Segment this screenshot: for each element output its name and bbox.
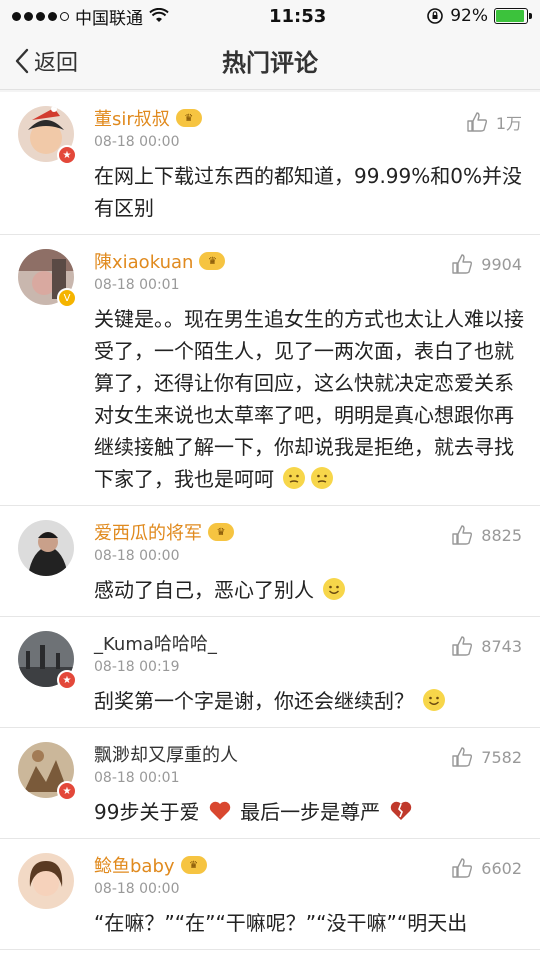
comment-text-part2: 最后一步是尊严 [240,800,381,824]
comment-item: 爱西瓜的将军 ♛ 08-18 00:00 感动了自己，恶心了别人 8825 [0,506,540,617]
status-right: 92% [426,6,532,26]
status-left: 中国联通 [12,4,169,29]
comment-author[interactable]: _Kuma哈哈哈_ [94,630,217,656]
thumbs-up-icon [452,636,473,656]
comment-item: ★ 董sir叔叔 ♛ 08-18 00:00 在网上下载过东西的都知道，99.9… [0,92,540,235]
vip-crown-icon: ♛ [199,252,226,270]
avatar[interactable] [18,853,74,909]
comment-item: ★ _Kuma哈哈哈_ 08-18 00:19 刮奖第一个字是谢，你还会继续刮？… [0,617,540,728]
comment-author[interactable]: 爱西瓜的将军 [94,519,202,545]
comment-text-part1: 99步关于爱 [94,800,200,824]
comment-text: 感动了自己，恶心了别人 [94,574,524,606]
avatar[interactable]: ★ [18,742,77,801]
like-button[interactable]: 6602 [451,857,522,879]
page-title: 热门评论 [222,49,318,77]
thumbs-up-icon [452,254,473,274]
comment-time: 08-18 00:00 [94,134,180,150]
thumbs-up-icon [467,112,487,132]
verified-badge-icon: V [57,288,77,308]
comment-author[interactable]: 鲶鱼baby [94,852,175,878]
comment-time: 08-18 00:00 [94,881,180,897]
awkward-emoji-icon [283,467,306,489]
like-button[interactable]: 7582 [451,746,522,768]
verified-badge-icon: ★ [57,145,77,165]
back-button[interactable]: 返回 [14,32,78,89]
vip-crown-icon: ♛ [175,109,202,127]
awkward-emoji-icon [311,467,334,489]
comment-author[interactable]: 飘渺却又厚重的人 [94,741,238,767]
comment-item: ★ 飘渺却又厚重的人 08-18 00:01 99步关于爱 最后一步是尊严 75… [0,728,540,839]
comment-text-body: 感动了自己，恶心了别人 [94,578,314,602]
comment-author[interactable]: 董sir叔叔 [94,105,170,131]
comment-text: 刮奖第一个字是谢，你还会继续刮？ [94,685,524,717]
like-count: 9904 [481,254,522,274]
comment-text: 99步关于爱 最后一步是尊严 [94,796,524,828]
battery-percent: 92% [450,6,488,26]
like-button[interactable]: 1万 [466,110,522,134]
like-count: 8743 [481,636,522,656]
thumbs-up-icon [452,747,473,767]
comment-text: 关键是。。现在男生追女生的方式也太让人难以接受了，一个陌生人，见了一两次面，表白… [94,303,524,495]
comment-text: “在嘛？”“在”“干嘛呢？”“没干嘛”“明天出 [94,911,468,935]
avatar[interactable]: V [18,249,77,308]
signal-dots-icon [12,11,69,21]
nav-bar: 返回 热门评论 [0,32,540,90]
smile-emoji-icon [423,689,446,711]
comment-list[interactable]: ★ 董sir叔叔 ♛ 08-18 00:00 在网上下载过东西的都知道，99.9… [0,92,540,960]
carrier-label: 中国联通 [75,8,143,29]
wifi-icon [149,8,169,22]
thumbs-up-icon [452,525,473,545]
like-button[interactable]: 9904 [451,253,522,275]
comment-text: 在网上下载过东西的都知道，99.99%和0%并没有区别 [94,164,522,220]
back-label: 返回 [34,50,79,76]
comment-item: 鲶鱼baby ♛ 08-18 00:00 “在嘛？”“在”“干嘛呢？”“没干嘛”… [0,839,540,950]
comment-time: 08-18 00:19 [94,659,180,675]
comment-time: 08-18 00:01 [94,770,180,786]
like-count: 6602 [481,858,522,878]
comment-author[interactable]: 陳xiaokuan [94,248,193,274]
like-count: 1万 [495,114,522,133]
vip-crown-icon: ♛ [180,856,207,874]
comment-text-body: 刮奖第一个字是谢，你还会继续刮？ [94,689,414,713]
like-button[interactable]: 8743 [451,635,522,657]
avatar[interactable]: ★ [18,631,77,690]
avatar[interactable]: ★ [18,106,77,165]
comment-time: 08-18 00:01 [94,277,180,293]
like-count: 8825 [481,525,522,545]
like-count: 7582 [481,747,522,767]
chevron-left-icon [15,48,29,73]
vip-crown-icon: ♛ [208,523,234,541]
broken-heart-icon [390,801,411,820]
avatar[interactable] [18,520,74,576]
comment-time: 08-18 00:00 [94,548,180,564]
verified-badge-icon: ★ [57,670,77,690]
heart-icon [209,801,231,820]
verified-badge-icon: ★ [57,781,77,801]
orientation-lock-icon [427,8,444,24]
thumbs-up-icon [452,858,473,878]
like-button[interactable]: 8825 [451,524,522,546]
status-time: 11:53 [268,5,327,27]
comment-text-body: 关键是。。现在男生追女生的方式也太让人难以接受了，一个陌生人，见了一两次面，表白… [94,307,524,491]
comment-item: V 陳xiaokuan ♛ 08-18 00:01 关键是。。现在男生追女生的方… [0,235,540,506]
status-bar: 中国联通 11:53 92% [0,0,540,32]
smile-emoji-icon [323,578,346,600]
battery-icon [494,8,532,24]
